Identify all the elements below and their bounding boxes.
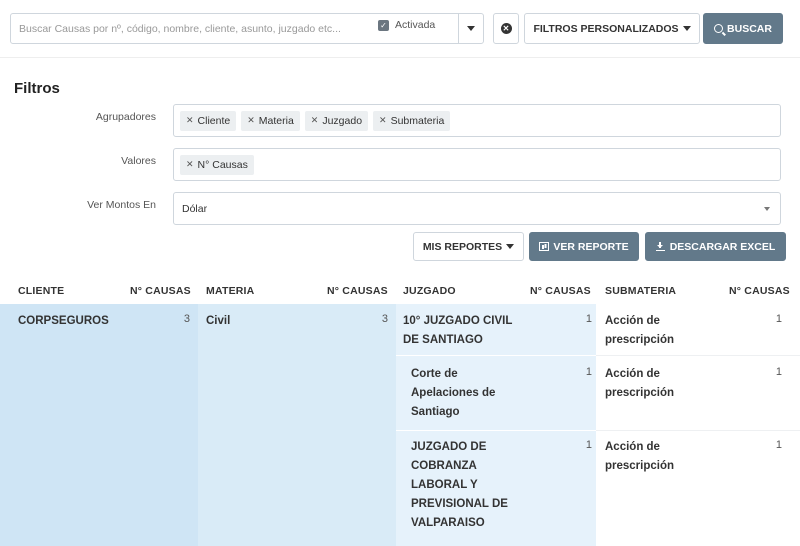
juzgado-name: 10° JUZGADO CIVIL DE SANTIAGO xyxy=(403,315,513,346)
juzgado-name: JUZGADO DE COBRANZA LABORAL Y PREVISIONAL D… xyxy=(411,441,508,529)
agrupadores-label: Agrupadores xyxy=(95,111,156,123)
mis-reportes-label: MIS REPORTES xyxy=(422,240,503,253)
close-circle-icon: ✕ xyxy=(500,23,512,34)
search-options-dropdown-button[interactable] xyxy=(458,13,484,44)
header-submateria[interactable]: SUBMATERIA xyxy=(605,285,676,297)
materia-count: 3 xyxy=(381,313,388,325)
remove-chip-icon[interactable]: ✕ xyxy=(186,115,194,126)
cliente-column xyxy=(0,304,198,546)
valores-label: Valores xyxy=(121,155,156,167)
download-icon xyxy=(655,242,665,251)
juzgado-count: 1 xyxy=(585,366,592,378)
table-header: CLIENTE N° CAUSAS MATERIA N° CAUSAS JUZG… xyxy=(0,278,800,304)
header-n-causas-cliente[interactable]: N° CAUSAS xyxy=(130,285,191,297)
chip-n-causas: ✕ N° Causas xyxy=(180,154,254,175)
header-n-causas-juzgado[interactable]: N° CAUSAS xyxy=(530,285,591,297)
montos-label: Ver Montos En xyxy=(87,199,156,211)
materia-name: Civil xyxy=(206,315,231,327)
filtros-title: Filtros xyxy=(14,80,60,97)
submateria-name: Acción de prescripción xyxy=(605,315,675,346)
clear-search-button[interactable]: ✕ xyxy=(493,13,519,44)
caret-down-icon xyxy=(467,26,475,31)
header-materia[interactable]: MATERIA xyxy=(206,285,254,297)
materia-column xyxy=(198,304,396,546)
remove-chip-icon[interactable]: ✕ xyxy=(379,115,387,126)
descargar-excel-label: DESCARGAR EXCEL xyxy=(669,240,776,253)
activada-label: Activada xyxy=(395,19,436,31)
header-juzgado[interactable]: JUZGADO xyxy=(403,285,456,297)
chip-submateria: ✕ Submateria xyxy=(373,110,451,131)
submateria-count: 1 xyxy=(775,313,782,325)
caret-down-icon xyxy=(764,207,770,211)
row-divider xyxy=(596,355,800,356)
chip-materia: ✕ Materia xyxy=(241,110,300,131)
row-divider xyxy=(596,430,800,431)
chip-cliente: ✕ Cliente xyxy=(180,110,237,131)
submateria-name: Acción de prescripción xyxy=(605,368,675,399)
header-n-causas-submateria[interactable]: N° CAUSAS xyxy=(729,285,790,297)
submateria-count: 1 xyxy=(775,366,782,378)
remove-chip-icon[interactable]: ✕ xyxy=(186,159,194,170)
search-icon xyxy=(714,24,724,33)
header-cliente[interactable]: CLIENTE xyxy=(18,285,64,297)
caret-down-icon xyxy=(682,26,691,31)
juzgado-count: 1 xyxy=(585,313,592,325)
filtros-personalizados-label: FILTROS PERSONALIZADOS xyxy=(533,22,679,35)
juzgado-name: Corte de Apelaciones de Santiago xyxy=(411,368,496,418)
ver-reporte-button[interactable]: VER REPORTE xyxy=(529,232,639,261)
caret-down-icon xyxy=(506,244,515,249)
activada-toggle[interactable]: ✓ Activada xyxy=(378,19,435,31)
cliente-name: CORPSEGUROS xyxy=(18,315,109,327)
header-n-causas-materia[interactable]: N° CAUSAS xyxy=(327,285,388,297)
cliente-count: 3 xyxy=(183,313,190,325)
filtros-personalizados-button[interactable]: FILTROS PERSONALIZADOS xyxy=(524,13,700,44)
submateria-name: Acción de prescripción xyxy=(605,441,675,472)
submateria-count: 1 xyxy=(775,439,782,451)
chip-juzgado: ✕ Juzgado xyxy=(304,110,369,131)
juzgado-count: 1 xyxy=(585,439,592,451)
valores-field[interactable]: ✕ N° Causas xyxy=(173,148,781,181)
remove-chip-icon[interactable]: ✕ xyxy=(311,115,319,126)
montos-value: Dólar xyxy=(182,202,208,215)
agrupadores-field[interactable]: ✕ Cliente ✕ Materia ✕ Juzgado ✕ Submateria xyxy=(173,104,781,137)
buscar-button[interactable]: BUSCAR xyxy=(703,13,783,44)
mis-reportes-button[interactable]: MIS REPORTES xyxy=(413,232,524,261)
descargar-excel-button[interactable]: DESCARGAR EXCEL xyxy=(645,232,786,261)
buscar-label: BUSCAR xyxy=(727,22,772,35)
checkbox-checked-icon[interactable]: ✓ xyxy=(378,19,389,31)
search-bar: ✓ Activada ✕ FILTROS PERSONALIZADOS BUSC… xyxy=(0,0,800,58)
montos-select[interactable]: Dólar xyxy=(173,192,781,225)
remove-chip-icon[interactable]: ✕ xyxy=(247,115,255,126)
chart-icon xyxy=(539,242,550,251)
ver-reporte-label: VER REPORTE xyxy=(553,240,629,253)
